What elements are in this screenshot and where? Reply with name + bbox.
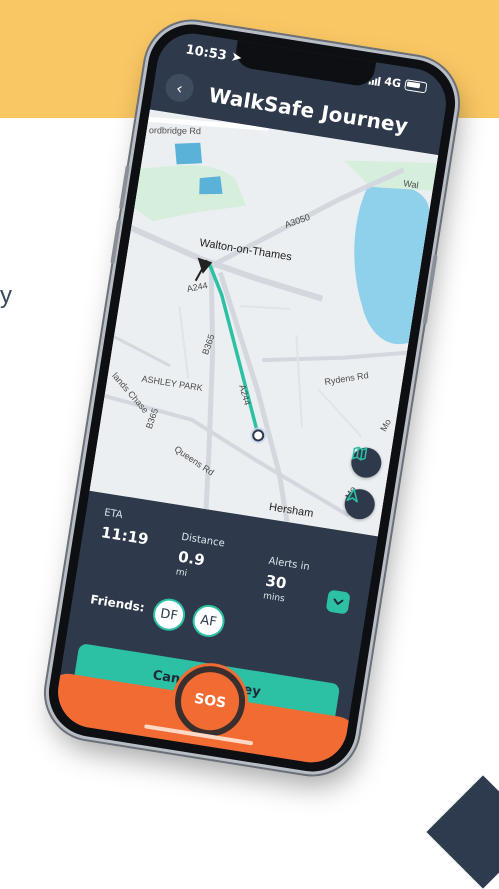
volume-down-button [110, 219, 122, 264]
background-text: y [0, 282, 12, 309]
alerts-value: 30 [264, 571, 288, 593]
phone-frame: 10:53 ➤ 4G ‹ WalkSafe Journey ordbridge … [42, 18, 462, 778]
eta-label: ETA [103, 507, 124, 522]
navigation-arrow-icon [346, 488, 358, 503]
chevron-down-icon [333, 598, 344, 605]
eta-value: 11:19 [99, 523, 150, 549]
map-label: ordbridge Rd [148, 125, 201, 137]
location-arrow-icon: ➤ [229, 49, 243, 67]
alerts-label: Alerts in [267, 555, 311, 574]
map-canvas [89, 109, 439, 537]
back-button[interactable]: ‹ [163, 71, 196, 104]
friend-avatar-df[interactable]: DF [150, 596, 188, 634]
volume-up-button [118, 165, 130, 210]
power-button [422, 254, 438, 325]
distance-value: 0.9 [176, 547, 206, 570]
corner-decoration [426, 775, 499, 889]
status-time: 10:53 ➤ [184, 42, 242, 66]
distance-unit: mi [175, 567, 188, 579]
battery-icon [404, 79, 428, 94]
status-time-text: 10:53 [184, 42, 228, 64]
friends-label: Friends: [89, 592, 146, 615]
map-view[interactable]: ordbridge Rd A3050 Walton-on-Thames A244… [89, 109, 439, 537]
app-screen: 10:53 ➤ 4G ‹ WalkSafe Journey ordbridge … [52, 28, 452, 768]
current-location-icon [252, 429, 265, 442]
expand-details-button[interactable] [325, 589, 351, 615]
network-label: 4G [383, 74, 402, 91]
signal-icon [368, 74, 382, 86]
distance-label: Distance [180, 531, 226, 550]
map-label: Wal [402, 178, 420, 191]
map-icon [351, 446, 368, 461]
alerts-unit: mins [262, 591, 286, 605]
chevron-left-icon: ‹ [174, 77, 185, 98]
friend-avatar-af[interactable]: AF [190, 602, 227, 640]
status-indicators: 4G [368, 73, 428, 95]
